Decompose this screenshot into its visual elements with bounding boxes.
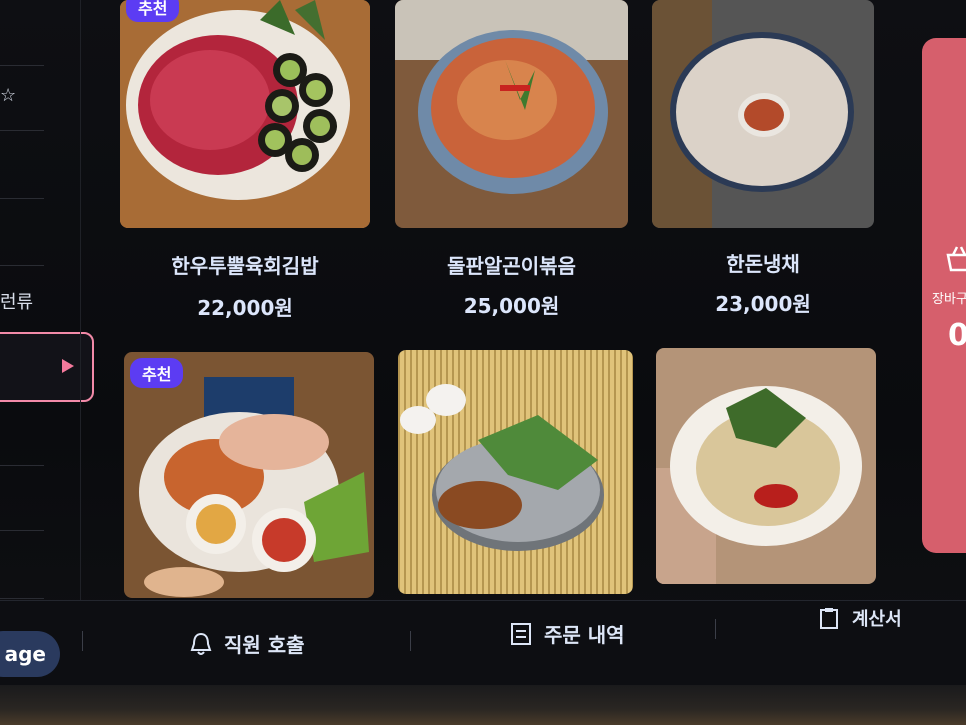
pork-salad-photo — [652, 0, 874, 228]
cart-count: 0 — [948, 318, 966, 353]
bill-button[interactable]: 계산서 — [818, 605, 902, 631]
star-icon: ☆ — [0, 85, 17, 106]
menu-name: 한우투뿔육회김밥 — [171, 254, 319, 278]
food-image — [395, 0, 628, 228]
divider — [0, 198, 44, 199]
cart-panel[interactable]: 장바구 0 — [922, 38, 966, 553]
menu-price: 22,000원 — [197, 296, 293, 320]
bossam-platter-photo — [124, 352, 374, 598]
menu-price: 23,000원 — [715, 292, 811, 316]
food-image — [398, 350, 633, 594]
food-image — [124, 352, 374, 598]
bill-label: 계산서 — [852, 609, 902, 630]
menu-card[interactable] — [656, 348, 876, 584]
cart-label: 장바구 — [932, 292, 966, 307]
separator — [82, 631, 83, 651]
divider — [0, 465, 44, 466]
bottom-action-bar: age 직원 호출 주문 내역 계산서 — [0, 600, 966, 685]
bell-icon — [190, 632, 212, 655]
menu-card[interactable] — [398, 350, 633, 596]
sidebar-item-favorites[interactable]: ☆ — [0, 85, 76, 106]
divider — [0, 598, 44, 599]
monitor-bezel — [0, 685, 966, 725]
call-staff-button[interactable]: 직원 호출 — [190, 629, 305, 658]
food-image — [120, 0, 370, 228]
recommend-badge: 추천 — [130, 358, 184, 388]
divider — [0, 530, 44, 531]
grilled-meat-photo — [398, 350, 633, 594]
kiosk-screen: ☆ 런류 추천 한우투뿔육회김밥 22,000원 돌판알곤이볶음 25,000원… — [0, 0, 966, 725]
basket-icon — [946, 246, 966, 272]
play-arrow-icon — [62, 359, 74, 373]
menu-card[interactable]: 돌판알곤이볶음 25,000원 — [395, 0, 628, 320]
category-sidebar: ☆ 런류 — [0, 0, 94, 620]
order-history-label: 주문 내역 — [544, 623, 625, 647]
separator — [410, 631, 411, 651]
language-button[interactable]: age — [0, 631, 60, 677]
menu-card[interactable]: 추천 — [124, 352, 374, 600]
menu-name: 한돈냉채 — [726, 252, 800, 276]
receipt-list-icon — [511, 622, 531, 645]
stone-pot-stirfry-photo — [395, 0, 628, 228]
noodle-salad-photo — [656, 348, 876, 584]
divider — [0, 65, 44, 66]
food-image — [656, 348, 876, 584]
separator — [715, 619, 716, 639]
menu-card[interactable]: 한돈냉채 23,000원 — [652, 0, 874, 320]
sidebar-border — [80, 0, 81, 620]
divider — [0, 130, 44, 131]
sidebar-item-label: 런류 — [0, 292, 34, 313]
yukhoe-kimbap-photo — [120, 0, 370, 228]
sidebar-item-category[interactable]: 런류 — [0, 288, 76, 314]
call-staff-label: 직원 호출 — [224, 633, 305, 657]
clipboard-icon — [820, 608, 838, 629]
menu-price: 25,000원 — [463, 294, 560, 318]
menu-name: 돌판알곤이볶음 — [447, 254, 576, 278]
food-image — [652, 0, 874, 228]
order-history-button[interactable]: 주문 내역 — [510, 619, 625, 648]
recommend-badge: 추천 — [126, 0, 180, 22]
menu-card[interactable]: 추천 한우투뿔육회김밥 22,000원 — [120, 0, 370, 320]
divider — [0, 265, 44, 266]
